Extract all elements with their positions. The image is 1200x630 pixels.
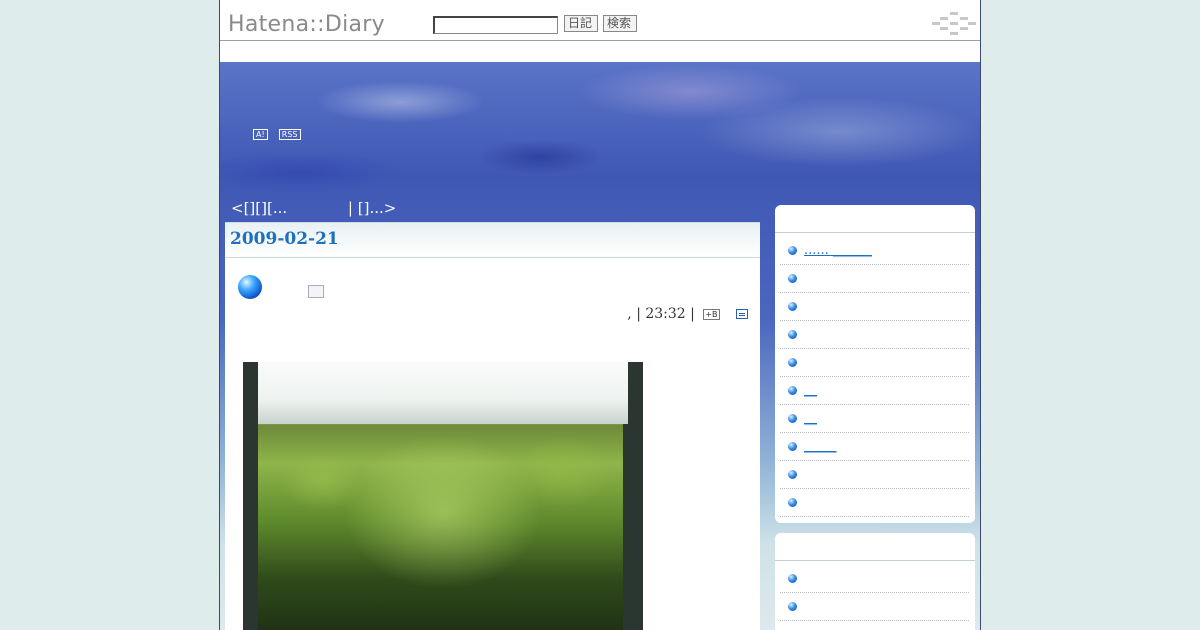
sidebar-item[interactable]: ...... ______ <box>780 237 969 265</box>
sidebar-box <box>775 533 975 630</box>
sidebar-item[interactable] <box>780 321 969 349</box>
diary-section: , | 23:32 | +B <box>225 258 760 630</box>
entry-time[interactable]: , | 23:32 | <box>627 306 695 322</box>
sidebar-box-header <box>775 533 975 561</box>
entry-footer: , | 23:32 | +B <box>627 306 748 322</box>
sidebar-item[interactable] <box>780 593 969 621</box>
bullet-icon <box>788 358 797 367</box>
sidebar-item[interactable] <box>780 293 969 321</box>
aquarium-photo[interactable] <box>243 362 643 630</box>
date-navigation: <[][][... | []...> <box>231 199 396 217</box>
sidebar-item[interactable] <box>780 461 969 489</box>
sidebar-item[interactable]: _____ <box>780 433 969 461</box>
bullet-icon <box>788 574 797 583</box>
comment-icon[interactable] <box>736 309 748 319</box>
image-icon[interactable] <box>308 285 324 298</box>
search-input[interactable] <box>433 16 558 34</box>
sidebar-item-link[interactable]: _____ <box>804 439 837 454</box>
day-header: 2009-02-21 <box>225 222 760 258</box>
bullet-icon <box>788 442 797 451</box>
main-column: 2009-02-21 , | 23:32 | +B <box>225 222 760 630</box>
hatena-header: Hatena::Diary 日記 検索 <box>220 0 980 41</box>
sidebar-list: ...... ______ __ __ _____ <box>775 233 975 517</box>
day-date-link[interactable]: 2009-02-21 <box>225 223 760 249</box>
bullet-icon <box>788 246 797 255</box>
sidebar-item[interactable] <box>780 265 969 293</box>
sidebar-list <box>775 561 975 630</box>
hatena-diary-logo[interactable]: Hatena::Diary <box>228 12 385 37</box>
bullet-icon <box>788 330 797 339</box>
sidebar-box-header <box>775 205 975 233</box>
hatena-mark-icon[interactable] <box>932 10 976 36</box>
bullet-icon <box>788 602 797 611</box>
subheader-bar <box>220 41 980 62</box>
search-button[interactable]: 検索 <box>603 15 637 32</box>
bullet-icon <box>788 302 797 311</box>
bullet-icon <box>788 274 797 283</box>
page: Hatena::Diary 日記 検索 A! RSS <[][][... | [… <box>219 0 981 630</box>
banner-badges: A! RSS <box>253 122 307 141</box>
sidebar-item[interactable] <box>780 621 969 630</box>
hatena-bookmark-icon[interactable]: +B <box>703 308 720 320</box>
rss-badge-icon[interactable]: RSS <box>278 129 301 140</box>
diary-search-button[interactable]: 日記 <box>564 15 598 32</box>
bullet-icon <box>788 414 797 423</box>
section-sphere-icon[interactable] <box>238 275 262 299</box>
bullet-icon <box>788 498 797 507</box>
bullet-icon <box>788 470 797 479</box>
sidebar-item[interactable] <box>780 565 969 593</box>
sidebar-box: ...... ______ __ __ _____ <box>775 205 975 523</box>
sidebar-item[interactable]: __ <box>780 405 969 433</box>
sidebar-item-link[interactable]: __ <box>804 383 817 398</box>
prev-days-link[interactable]: <[][][... <box>231 199 287 217</box>
antenna-badge-icon[interactable]: A! <box>253 129 268 140</box>
sidebar-item[interactable] <box>780 349 969 377</box>
sidebar-item[interactable] <box>780 489 969 517</box>
bullet-icon <box>788 386 797 395</box>
sidebar-item[interactable]: __ <box>780 377 969 405</box>
next-days-link[interactable]: | []...> <box>348 199 396 217</box>
sidebar-item-link[interactable]: ...... ______ <box>804 243 872 258</box>
sidebar-item-link[interactable]: __ <box>804 411 817 426</box>
